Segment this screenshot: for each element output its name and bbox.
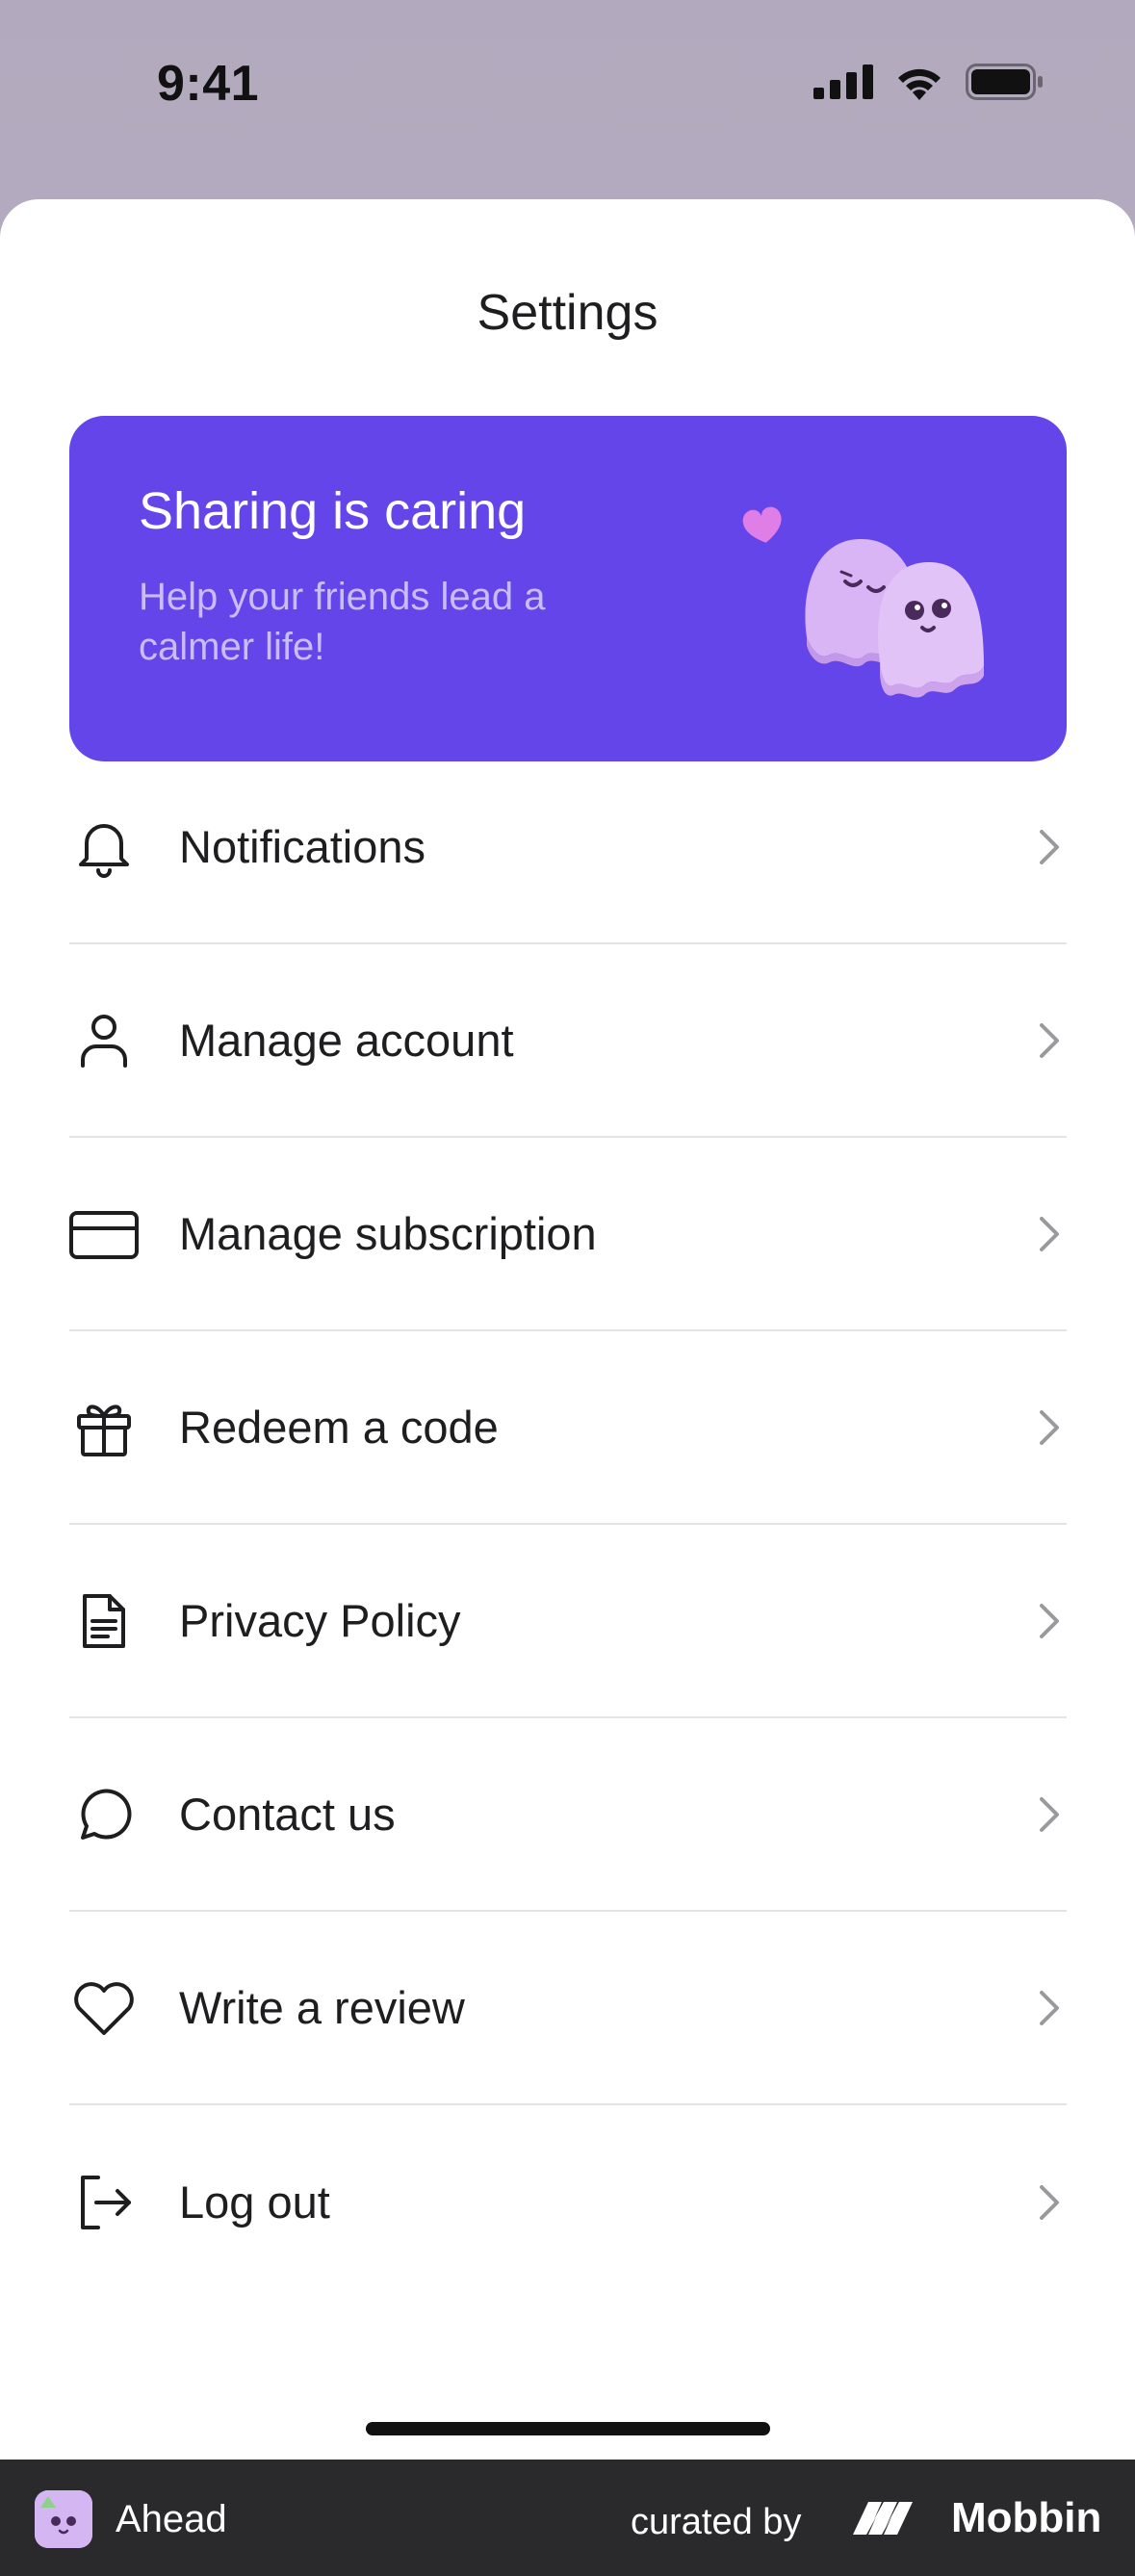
settings-menu: Notifications Manage account Manage subs… (69, 751, 1067, 2299)
heart-icon (69, 1973, 139, 2043)
chevron-right-icon (1040, 1796, 1059, 1832)
menu-item-label: Write a review (179, 1982, 465, 2033)
promo-subtitle: Help your friends lead a calmer life! (139, 576, 546, 668)
logout-icon (69, 2168, 139, 2237)
cellular-signal-icon (813, 64, 873, 99)
menu-item-privacy-policy[interactable]: Privacy Policy (69, 1525, 1067, 1718)
status-bar: 9:41 (0, 0, 1135, 197)
status-icons (813, 64, 1045, 100)
menu-item-manage-account[interactable]: Manage account (69, 944, 1067, 1138)
chevron-right-icon (1040, 829, 1059, 864)
gift-icon (69, 1393, 139, 1462)
app-name: Ahead (116, 2498, 227, 2540)
bell-icon (69, 812, 139, 882)
menu-item-notifications[interactable]: Notifications (69, 751, 1067, 944)
credit-card-icon (69, 1199, 139, 1269)
share-promo-card[interactable]: Sharing is caring Help your friends lead… (69, 416, 1067, 761)
promo-title: Sharing is caring (139, 482, 527, 540)
page-title: Settings (477, 285, 658, 341)
menu-item-label: Log out (179, 2177, 330, 2228)
chevron-right-icon (1040, 1409, 1059, 1445)
menu-item-manage-subscription[interactable]: Manage subscription (69, 1138, 1067, 1331)
app-icon (35, 2490, 92, 2548)
chevron-right-icon (1040, 1603, 1059, 1638)
chevron-right-icon (1040, 1990, 1059, 2025)
mobbin-brand: Mobbin (951, 2494, 1102, 2541)
home-indicator[interactable] (366, 2422, 770, 2435)
menu-item-redeem-code[interactable]: Redeem a code (69, 1331, 1067, 1525)
chevron-right-icon (1040, 1022, 1059, 1058)
footer-bar: Ahead curated by Mobbin (0, 2460, 1135, 2576)
menu-item-label: Notifications (179, 821, 426, 872)
curated-by-label: curated by (631, 2502, 802, 2542)
menu-item-log-out[interactable]: Log out (69, 2105, 1067, 2299)
menu-item-label: Redeem a code (179, 1402, 499, 1453)
person-icon (69, 1006, 139, 1075)
menu-item-write-review[interactable]: Write a review (69, 1912, 1067, 2105)
chevron-right-icon (1040, 2184, 1059, 2220)
wifi-icon (898, 68, 941, 100)
menu-item-label: Privacy Policy (179, 1595, 461, 1646)
menu-item-label: Manage account (179, 1015, 514, 1066)
chevron-right-icon (1040, 1216, 1059, 1251)
ghosts-illustration (742, 506, 984, 698)
menu-item-contact-us[interactable]: Contact us (69, 1718, 1067, 1912)
chat-bubble-icon (69, 1780, 139, 1849)
menu-item-label: Manage subscription (179, 1208, 597, 1259)
status-time: 9:41 (157, 56, 260, 112)
mobbin-logo-icon (853, 2502, 913, 2535)
menu-item-label: Contact us (179, 1789, 396, 1840)
document-icon (69, 1586, 139, 1656)
battery-icon (966, 64, 1043, 100)
heart-decoration-icon (742, 506, 782, 543)
